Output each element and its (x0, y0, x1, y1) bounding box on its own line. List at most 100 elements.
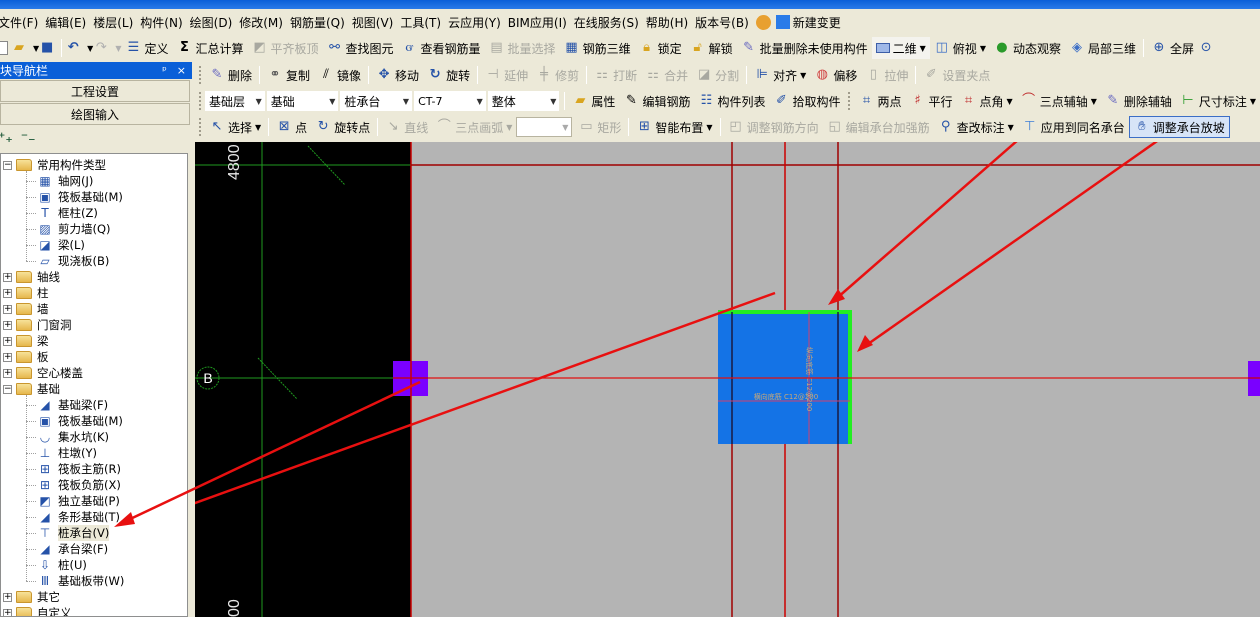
menu-cloud[interactable]: 云应用(Y) (448, 14, 506, 31)
edit-cap-rebar-button[interactable]: ◱ 编辑承台加强筋 (823, 116, 934, 138)
menu-modify[interactable]: 修改(M) (239, 14, 288, 31)
expand-icon[interactable]: + (3, 608, 12, 616)
tree-folder[interactable]: + 轴线 (3, 269, 60, 285)
category-select[interactable]: 基础 ▼ (266, 91, 339, 111)
tree-item[interactable]: ◡ 集水坑(K) (37, 429, 109, 445)
menu-draw[interactable]: 绘图(D) (190, 14, 238, 31)
helmet-icon[interactable] (755, 14, 771, 30)
menu-component[interactable]: 构件(N) (140, 14, 187, 31)
tree-item[interactable]: ▨ 剪力墙(Q) (37, 221, 110, 237)
tree-folder[interactable]: + 其它 (3, 589, 60, 605)
find-element-button[interactable]: ⚯ 查找图元 (323, 37, 398, 59)
summary-calc-button[interactable]: Σ 汇总计算 (172, 37, 247, 59)
tree-item[interactable]: ⊞ 筏板负筋(X) (37, 477, 121, 493)
mirror-button[interactable]: ⫽ 镜像 (314, 64, 365, 86)
break-button[interactable]: ⚏ 打断 (590, 64, 641, 86)
adjust-rebar-direction-button[interactable]: ◰ 调整钢筋方向 (724, 116, 823, 138)
tree-folder[interactable]: + 门窗洞 (3, 317, 72, 333)
tree-folder[interactable]: + 自定义 (3, 605, 72, 616)
delete-button[interactable]: ✎ 删除 (205, 64, 256, 86)
properties-button[interactable]: ▰ 属性 (568, 90, 619, 112)
merge-button[interactable]: ⚏ 合并 (641, 64, 692, 86)
batch-select-button[interactable]: ▤ 批量选择 (485, 37, 560, 59)
expand-icon[interactable]: + (3, 336, 12, 346)
align-dropdown[interactable]: ⊫ 对齐 ▼ (750, 64, 810, 86)
unlock-button[interactable]: 🔓︎ 解锁 (686, 37, 737, 59)
tree-item[interactable]: ⇩ 桩(U) (37, 557, 87, 573)
menu-help[interactable]: 帮助(H) (646, 14, 693, 31)
drawing-canvas[interactable]: B 4800 00 横向底筋 C12@200 纵向底筋 C12@200 (195, 142, 1260, 617)
new-file-icon[interactable] (0, 41, 8, 55)
expand-icon[interactable]: + (3, 592, 12, 602)
element-name-select[interactable]: CT-7 ▼ (414, 91, 486, 111)
menu-view[interactable]: 视图(V) (352, 14, 399, 31)
element-list-button[interactable]: ☷ 构件列表 (694, 90, 769, 112)
expand-all-icon[interactable]: ⁺₊ (0, 130, 13, 146)
rotate-button[interactable]: ↻ 旋转 (423, 64, 474, 86)
line-button[interactable]: ↘ 直线 (381, 116, 432, 138)
view-rebar-button[interactable]: ᏻ 查看钢筋量 (398, 37, 485, 59)
rect-button[interactable]: ▭ 矩形 (574, 116, 625, 138)
close-icon[interactable]: × (177, 64, 186, 77)
scope-select[interactable]: 整体 ▼ (487, 91, 560, 111)
tree-folder[interactable]: + 空心楼盖 (3, 365, 83, 381)
adjust-slope-button[interactable]: ✋︎ 调整承台放坡 (1128, 116, 1230, 138)
project-settings-button[interactable]: 工程设置 (0, 80, 190, 102)
extend-button[interactable]: ⊣ 延伸 (481, 64, 532, 86)
tree-item[interactable]: ▣ 筏板基础(M) (37, 413, 123, 429)
dimension-dropdown[interactable]: ⊢ 尺寸标注 ▼ (1176, 90, 1260, 112)
stretch-button[interactable]: ▯ 拉伸 (861, 64, 912, 86)
tree-item[interactable]: ⊥ 柱墩(Y) (37, 445, 97, 461)
pin-icon[interactable]: ᵖ (162, 64, 167, 77)
tree-item[interactable]: ▣ 筏板基础(M) (37, 189, 123, 205)
view-direction-dropdown[interactable]: ◫ 俯视 ▼ (930, 37, 990, 59)
tree-folder[interactable]: − 基础 (3, 381, 60, 397)
expand-icon[interactable]: + (3, 288, 12, 298)
rotate-point-button[interactable]: ↻ 旋转点 (311, 116, 374, 138)
apply-same-name-button[interactable]: ⊤ 应用到同名承台 (1018, 116, 1129, 138)
expand-icon[interactable]: + (3, 304, 12, 314)
expand-icon[interactable]: + (3, 352, 12, 362)
new-change-button[interactable]: 新建变更 (793, 14, 846, 31)
collapse-all-icon[interactable]: ⁻₋ (21, 130, 36, 146)
define-button[interactable]: ☰ 定义 (121, 37, 172, 59)
tree-folder[interactable]: − 常用构件类型 (3, 157, 106, 173)
toolbar-grip[interactable] (848, 92, 851, 110)
drawing-input-button[interactable]: 绘图输入 (0, 103, 190, 125)
undo-icon[interactable]: ↶ (65, 40, 81, 56)
smart-layout-dropdown[interactable]: ⊞ 智能布置 ▼ (632, 116, 716, 138)
type-select[interactable]: 桩承台 ▼ (340, 91, 413, 111)
tree-item[interactable]: ◢ 基础梁(F) (37, 397, 108, 413)
tree-item[interactable]: ◩ 独立基础(P) (37, 493, 120, 509)
save-icon[interactable]: ■ (39, 40, 55, 56)
menu-edit[interactable]: 编辑(E) (45, 14, 91, 31)
pick-element-button[interactable]: ✐ 拾取构件 (769, 90, 844, 112)
three-point-axis-dropdown[interactable]: ⌒ 三点辅轴 ▼ (1017, 90, 1101, 112)
drawing-svg[interactable]: B 4800 00 横向底筋 C12@200 纵向底筋 C12@200 (195, 142, 1260, 617)
toolbar-grip[interactable] (199, 92, 202, 110)
set-grip-button[interactable]: ✐ 设置夹点 (919, 64, 994, 86)
local-3d-button[interactable]: ◈ 局部三维 (1065, 37, 1140, 59)
tree-folder[interactable]: + 板 (3, 349, 49, 365)
expand-icon[interactable]: + (3, 320, 12, 330)
lock-button[interactable]: 🔒︎ 锁定 (635, 37, 686, 59)
redo-icon[interactable]: ↷ (93, 40, 109, 56)
menu-tools[interactable]: 工具(T) (400, 14, 446, 31)
collapse-icon[interactable]: − (3, 384, 12, 394)
two-points-button[interactable]: ⌗ 两点 (854, 90, 905, 112)
point-angle-dropdown[interactable]: ⌗ 点角 ▼ (957, 90, 1017, 112)
expand-icon[interactable]: + (3, 272, 12, 282)
arc-dropdown[interactable]: ⌒ 三点画弧 ▼ (432, 116, 516, 138)
toolbar-grip[interactable] (199, 66, 202, 84)
fullscreen-button[interactable]: ⊕ 全屏 (1147, 37, 1198, 59)
dynamic-observe-button[interactable]: ● 动态观察 (990, 37, 1065, 59)
menu-version[interactable]: 版本号(B) (695, 14, 754, 31)
zoom-icon[interactable]: ⊙ (1198, 40, 1214, 56)
select-dropdown[interactable]: ↖ 选择 ▼ (205, 116, 265, 138)
toolbar-grip[interactable] (199, 118, 202, 136)
tree-folder[interactable]: + 梁 (3, 333, 49, 349)
menu-file[interactable]: 文件(F) (0, 14, 43, 31)
offset-button[interactable]: ◍ 偏移 (810, 64, 861, 86)
tree-item[interactable]: ⊞ 筏板主筋(R) (37, 461, 121, 477)
align-slab-top-button[interactable]: ◩ 平齐板顶 (248, 37, 323, 59)
